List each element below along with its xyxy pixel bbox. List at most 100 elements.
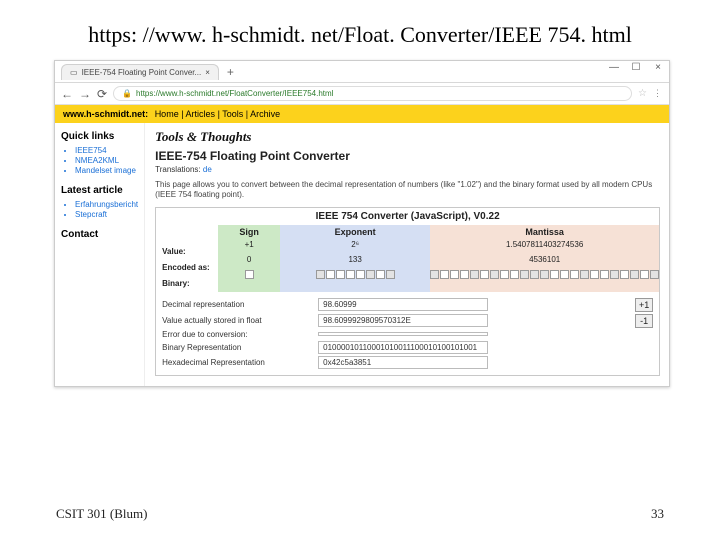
bit-checkbox[interactable] — [490, 270, 499, 279]
bit-checkbox[interactable] — [366, 270, 375, 279]
intro-text: This page allows you to convert between … — [155, 180, 660, 201]
minus-button[interactable]: -1 — [635, 314, 653, 328]
sidebar-link[interactable]: IEEE754 — [75, 146, 138, 155]
address-bar: ← → ⟳ 🔒 https://www.h-schmidt.net/FloatC… — [55, 83, 669, 105]
bit-checkbox[interactable] — [386, 270, 395, 279]
mantissa-encoded: 4536101 — [430, 254, 659, 269]
slide-footer-left: CSIT 301 (Blum) — [56, 506, 148, 522]
mantissa-value: 1.5407811403274536 — [430, 239, 659, 254]
bit-checkbox[interactable] — [480, 270, 489, 279]
hex-value[interactable]: 0x42c5a3851 — [318, 356, 488, 369]
bit-checkbox[interactable] — [570, 270, 579, 279]
mantissa-bits[interactable] — [430, 269, 659, 280]
nav-tools[interactable]: Tools — [222, 109, 243, 119]
bit-checkbox[interactable] — [610, 270, 619, 279]
plus-button[interactable]: +1 — [635, 298, 653, 312]
bit-checkbox[interactable] — [590, 270, 599, 279]
converter-lower: Decimal representation 98.60999 +1 Value a… — [156, 292, 659, 375]
site-brand: www.h-schmidt.net: — [63, 109, 148, 119]
bit-checkbox[interactable] — [336, 270, 345, 279]
close-icon[interactable]: × — [651, 62, 665, 73]
main-panel: Tools & Thoughts IEEE-754 Floating Point… — [145, 123, 670, 386]
sign-bits[interactable] — [218, 269, 280, 280]
converter-panel: IEEE 754 Converter (JavaScript), V0.22 V… — [155, 207, 660, 376]
bit-checkbox[interactable] — [430, 270, 439, 279]
url-input[interactable]: 🔒 https://www.h-schmidt.net/FloatConvert… — [113, 86, 632, 101]
bit-checkbox[interactable] — [450, 270, 459, 279]
translations: Translations: de — [155, 165, 660, 174]
row-label-value: Value: — [162, 244, 214, 260]
bit-checkbox[interactable] — [500, 270, 509, 279]
bit-checkbox[interactable] — [470, 270, 479, 279]
browser-window: ▭ IEEE-754 Floating Point Conver... × + … — [54, 60, 670, 387]
bit-checkbox[interactable] — [440, 270, 449, 279]
nav-articles[interactable]: Articles — [186, 109, 216, 119]
close-tab-icon[interactable]: × — [205, 68, 210, 77]
quick-links-title: Quick links — [61, 131, 138, 142]
page-title: IEEE-754 Floating Point Converter — [155, 149, 660, 163]
section-title: Tools & Thoughts — [155, 129, 660, 145]
site-nav: www.h-schmidt.net: Home | Articles | Too… — [55, 105, 669, 123]
bit-checkbox[interactable] — [530, 270, 539, 279]
tab-title: IEEE-754 Floating Point Conver... — [82, 68, 202, 77]
bit-checkbox[interactable] — [326, 270, 335, 279]
bit-checkbox[interactable] — [245, 270, 254, 279]
converter-title: IEEE 754 Converter (JavaScript), V0.22 — [156, 208, 659, 225]
sign-value: +1 — [218, 239, 280, 254]
minimize-icon[interactable]: — — [607, 62, 621, 73]
menu-icon[interactable]: ⋮ — [653, 88, 663, 99]
bit-checkbox[interactable] — [520, 270, 529, 279]
bit-checkbox[interactable] — [510, 270, 519, 279]
bit-checkbox[interactable] — [620, 270, 629, 279]
forward-button[interactable]: → — [79, 87, 91, 101]
bit-checkbox[interactable] — [580, 270, 589, 279]
bookmark-icon[interactable]: ☆ — [638, 88, 647, 99]
nav-archive[interactable]: Archive — [250, 109, 280, 119]
bit-checkbox[interactable] — [316, 270, 325, 279]
bit-checkbox[interactable] — [550, 270, 559, 279]
sign-header: Sign — [218, 225, 280, 239]
lock-icon: 🔒 — [122, 89, 132, 98]
bit-checkbox[interactable] — [600, 270, 609, 279]
error-label: Error due to conversion: — [162, 330, 312, 339]
bit-checkbox[interactable] — [640, 270, 649, 279]
bit-checkbox[interactable] — [376, 270, 385, 279]
stored-value[interactable]: 98.6099929809570312E — [318, 314, 488, 327]
bit-checkbox[interactable] — [540, 270, 549, 279]
decimal-label: Decimal representation — [162, 300, 312, 309]
page-url-heading: https: //www. h-schmidt. net/Float. Conv… — [0, 0, 720, 60]
sidebar: Quick links IEEE754 NMEA2KML Mandelset i… — [55, 123, 145, 386]
sidebar-link[interactable]: Stepcraft — [75, 210, 138, 219]
contact-title[interactable]: Contact — [61, 229, 138, 240]
browser-tab[interactable]: ▭ IEEE-754 Floating Point Conver... × — [61, 64, 219, 80]
bit-checkbox[interactable] — [630, 270, 639, 279]
sidebar-link[interactable]: NMEA2KML — [75, 156, 138, 165]
decimal-value[interactable]: 98.60999 — [318, 298, 488, 311]
sidebar-link[interactable]: Mandelset image — [75, 166, 138, 175]
sign-encoded: 0 — [218, 254, 280, 269]
bit-checkbox[interactable] — [460, 270, 469, 279]
back-button[interactable]: ← — [61, 87, 73, 101]
maximize-icon[interactable]: ☐ — [629, 62, 643, 73]
row-label-binary: Binary: — [162, 276, 214, 292]
stored-label: Value actually stored in float — [162, 316, 312, 325]
exponent-header: Exponent — [280, 225, 430, 239]
url-text: https://www.h-schmidt.net/FloatConverter… — [136, 89, 333, 98]
new-tab-button[interactable]: + — [227, 65, 234, 79]
sidebar-link[interactable]: Erfahrungsbericht — [75, 200, 138, 209]
translation-link[interactable]: de — [203, 165, 212, 174]
bit-checkbox[interactable] — [560, 270, 569, 279]
bit-checkbox[interactable] — [356, 270, 365, 279]
bit-checkbox[interactable] — [650, 270, 659, 279]
reload-button[interactable]: ⟳ — [97, 87, 107, 101]
binary-value[interactable]: 01000010110001010011100010100101001 — [318, 341, 488, 354]
row-label-encoded: Encoded as: — [162, 260, 214, 276]
exponent-encoded: 133 — [280, 254, 430, 269]
page-content: Quick links IEEE754 NMEA2KML Mandelset i… — [55, 123, 669, 386]
nav-home[interactable]: Home — [155, 109, 179, 119]
mantissa-header: Mantissa — [430, 225, 659, 239]
latest-article-title: Latest article — [61, 185, 138, 196]
hex-label: Hexadecimal Representation — [162, 358, 312, 367]
exponent-bits[interactable] — [280, 269, 430, 280]
bit-checkbox[interactable] — [346, 270, 355, 279]
